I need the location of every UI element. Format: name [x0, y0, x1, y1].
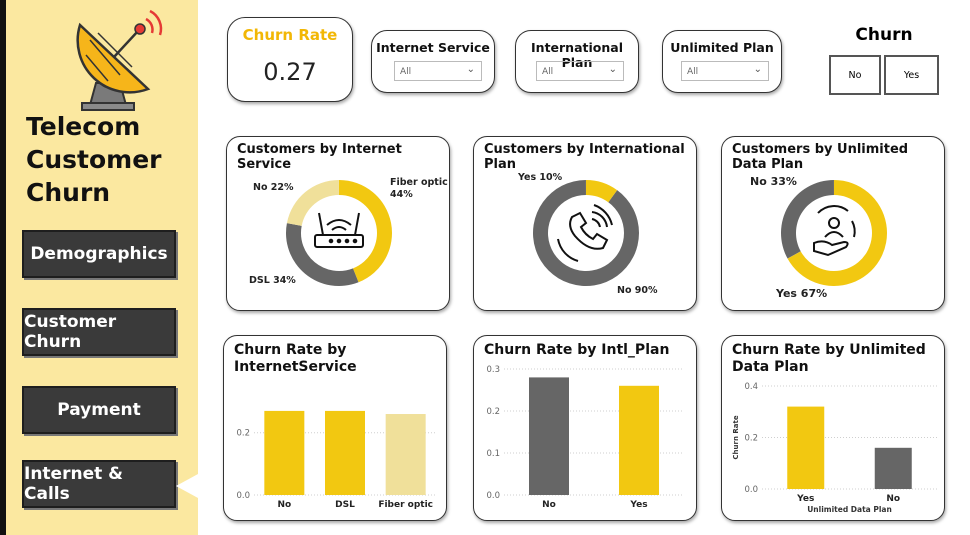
bar-no[interactable] [529, 377, 569, 495]
x-tick-label: No [886, 494, 900, 504]
bar-chart-churn-internet: 0.0 0.2 No DSL Fiber optic [236, 410, 436, 510]
bar-yes[interactable] [619, 385, 659, 495]
bar-dsl[interactable] [325, 410, 365, 495]
wifi-router-icon [314, 212, 364, 248]
slicer-label: Internet Service [376, 40, 490, 55]
nav-customer-churn-button[interactable]: Customer Churn [22, 308, 176, 356]
y-tick-label: 0.2 [744, 434, 758, 444]
x-tick-label: DSL [335, 500, 355, 510]
bar-yes[interactable] [787, 406, 825, 489]
x-tick-label: No [277, 500, 291, 510]
dropdown-value: All [687, 67, 699, 77]
donut-chart-unlimited-data-plan [781, 180, 887, 286]
x-axis-label: Unlimited Data Plan [807, 505, 892, 514]
y-tick-label: 0.0 [236, 491, 250, 501]
app-title: Telecom Customer Churn [26, 112, 162, 207]
churn-yes-button[interactable]: Yes [884, 55, 939, 95]
x-tick-label: Yes [796, 494, 814, 504]
churn-no-button[interactable]: No [829, 55, 881, 95]
x-tick-label: Yes [629, 500, 647, 510]
bar-no[interactable] [874, 447, 912, 489]
bar-card-unlimited: Churn Rate by Unlimited Data Plan 0.0 0.2… [721, 335, 945, 521]
satellite-dish-icon [76, 9, 163, 111]
donut-card-internet: Customers by Internet Service Fiber opti… [226, 136, 450, 311]
donut-label-no: No 33% [750, 175, 797, 188]
donut-label-dsl: DSL 34% [249, 275, 296, 286]
donut-slice-no[interactable] [781, 180, 834, 259]
y-tick-label: 0.3 [486, 365, 500, 375]
chevron-down-icon: ⌄ [753, 64, 762, 75]
dropdown-value: All [400, 67, 412, 77]
donut-label-no: No 90% [617, 285, 658, 296]
donut-chart-international-plan [533, 180, 639, 286]
unlimited-plan-dropdown[interactable]: All ⌄ [681, 61, 769, 81]
chevron-down-icon: ⌄ [466, 64, 475, 75]
donut-label-fiber: Fiber optic 44% [390, 177, 448, 200]
bar-no[interactable] [264, 410, 305, 495]
nav-internet-calls-button[interactable]: Internet & Calls [22, 460, 198, 508]
chevron-down-icon: ⌄ [608, 64, 617, 75]
y-tick-label: 0.4 [744, 382, 758, 392]
donut-slice-no[interactable] [286, 180, 339, 226]
unlimited-plan-slicer: Unlimited Plan All ⌄ [662, 30, 782, 93]
y-tick-label: 0.0 [744, 485, 758, 495]
dropdown-value: All [542, 67, 554, 77]
international-plan-slicer: International Plan All ⌄ [515, 30, 639, 93]
churn-filter-title: Churn [855, 25, 913, 45]
bar-card-intl: Churn Rate by Intl_Plan 0.0 0.1 0.2 0.3 No Ye… [473, 335, 697, 521]
donut-label-no: No 22% [253, 182, 294, 193]
churn-rate-label: Churn Rate [242, 26, 338, 44]
donut-card-unlimited: Customers by Unlimited Data Plan No 33% … [721, 136, 945, 311]
x-tick-label: Fiber optic [378, 500, 433, 510]
bar-card-internet: Churn Rate by InternetService 0.0 0.2 No DS… [223, 335, 447, 521]
donut-card-international: Customers by International Plan Yes 10% … [473, 136, 697, 311]
international-plan-dropdown[interactable]: All ⌄ [536, 61, 624, 81]
bar-chart-churn-unlimited: 0.0 0.2 0.4 Yes NoUnlimited Data Plan Churn R… [732, 382, 937, 514]
slicer-label: Unlimited Plan [670, 40, 774, 55]
donut-slice-fiber-optic[interactable] [339, 180, 393, 283]
donut-label-yes: Yes 67% [776, 287, 828, 300]
y-tick-label: 0.0 [486, 491, 500, 501]
nav-demographics-button[interactable]: Demographics [22, 230, 176, 278]
churn-rate-value: 0.27 [263, 58, 317, 86]
bar-chart-churn-intl: 0.0 0.1 0.2 0.3 No Yes [486, 365, 684, 510]
internet-service-slicer: Internet Service All ⌄ [371, 30, 495, 93]
nav-payment-button[interactable]: Payment [22, 386, 176, 434]
customer-service-icon [813, 205, 856, 257]
bar-fiber-optic[interactable] [385, 414, 426, 495]
churn-rate-card: Churn Rate 0.27 [227, 17, 353, 102]
x-tick-label: No [542, 500, 556, 510]
y-tick-label: 0.2 [486, 407, 500, 417]
internet-service-dropdown[interactable]: All ⌄ [394, 61, 482, 81]
donut-label-yes: Yes 10% [518, 172, 563, 183]
y-tick-label: 0.2 [236, 429, 250, 439]
y-tick-label: 0.1 [486, 449, 500, 459]
y-axis-label: Churn Rate [732, 415, 740, 459]
phone-call-icon [557, 204, 613, 262]
